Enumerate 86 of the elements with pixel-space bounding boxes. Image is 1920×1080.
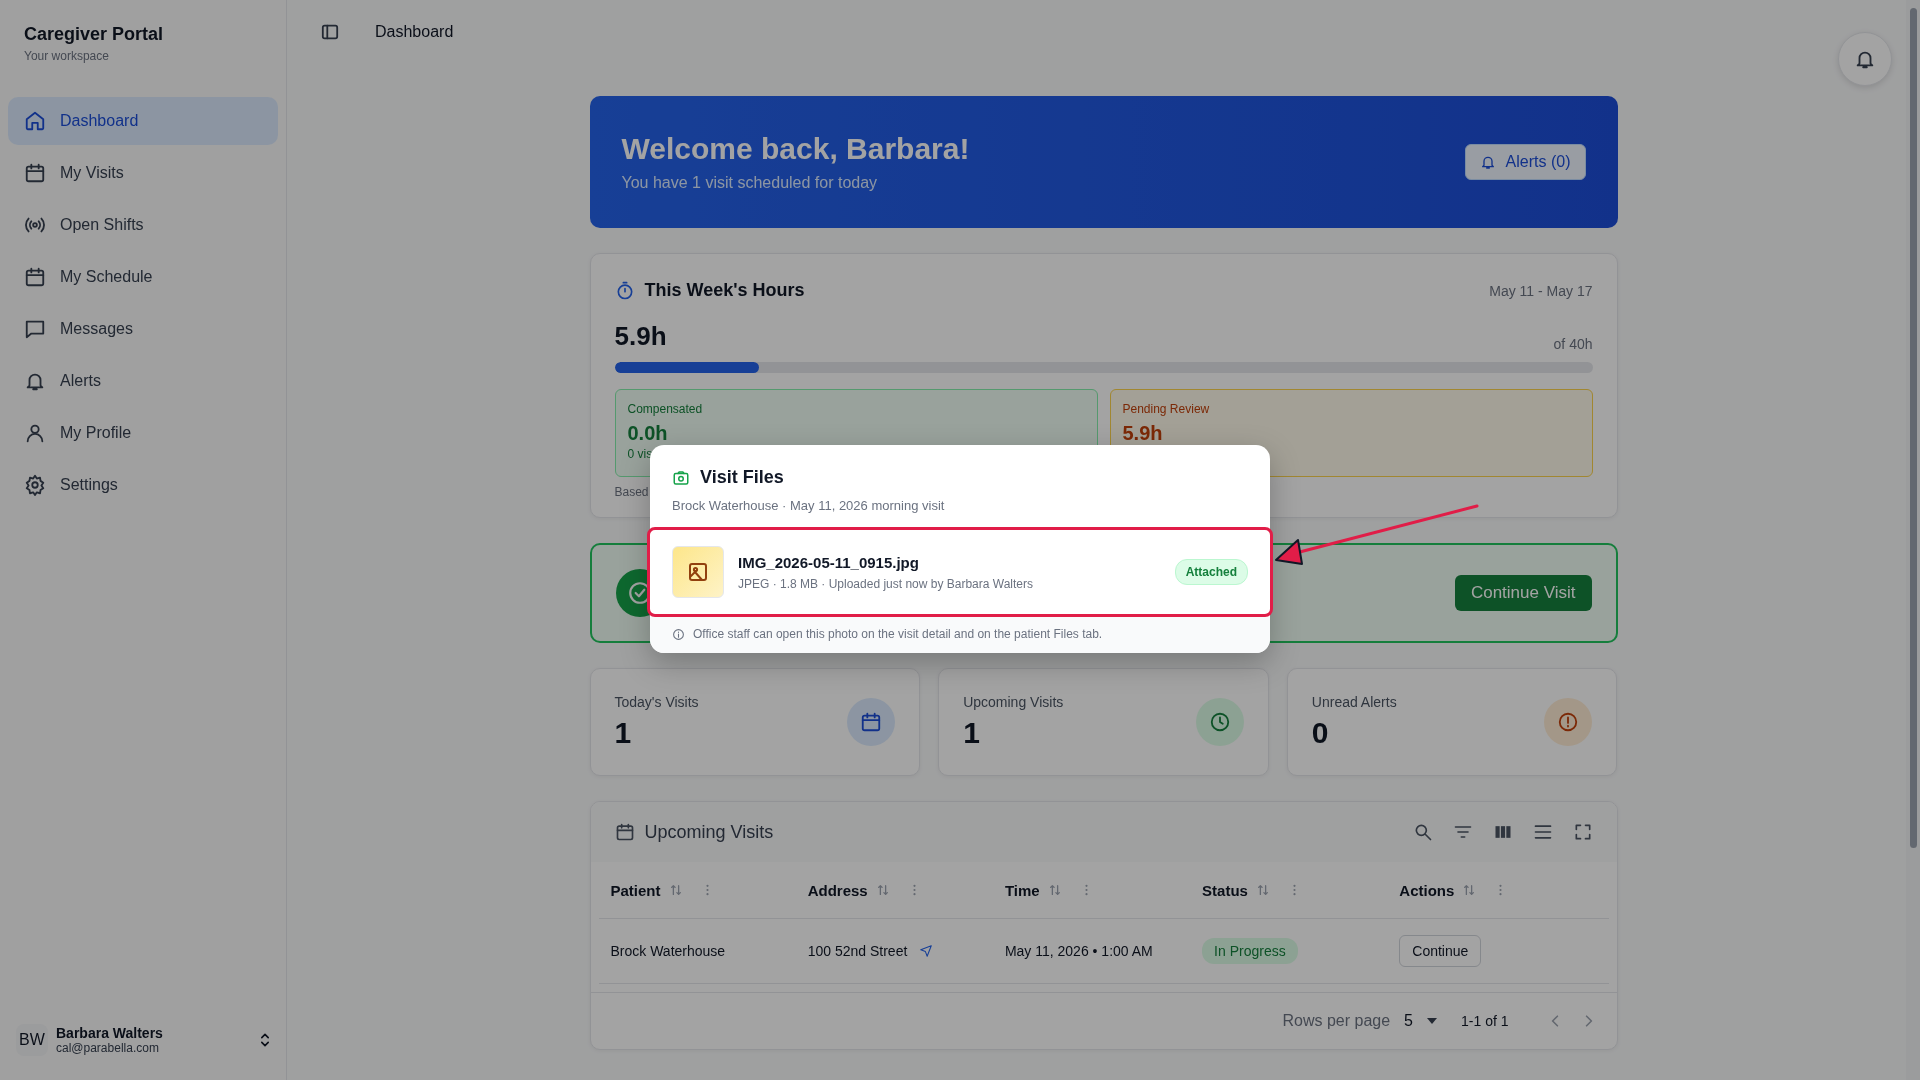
column-header[interactable]: Patient [610, 881, 661, 899]
card-title: This Week's Hours [644, 280, 805, 301]
table-cell: May 11, 2026 • 1:00 AM [1004, 943, 1153, 959]
camera-icon [672, 468, 690, 487]
notifications-button[interactable] [1838, 32, 1892, 86]
gear-icon [24, 474, 46, 496]
hours-footnote: Based [614, 485, 650, 499]
rows-per-page-select[interactable]: 5 [1404, 1012, 1437, 1030]
sort-icon[interactable] [875, 883, 890, 897]
column-header[interactable]: Address [807, 881, 868, 899]
density-icon[interactable] [1532, 822, 1553, 842]
stat-label: Unread Alerts [1311, 694, 1397, 710]
calendar-icon [24, 162, 46, 184]
sort-icon[interactable] [1255, 883, 1270, 897]
table-cell: Brock Waterhouse [610, 943, 726, 959]
sort-icon[interactable] [1462, 883, 1477, 897]
message-icon [24, 318, 46, 340]
rows-per-page-label: Rows per page [1282, 1012, 1391, 1030]
date-range: May 11 - May 17 [1489, 282, 1593, 299]
column-header[interactable]: Actions [1399, 881, 1455, 899]
calendar-icon [614, 822, 635, 842]
info-icon [672, 627, 685, 641]
scrollbar-thumb[interactable] [1910, 8, 1917, 848]
caret-icon [1427, 1018, 1437, 1024]
user-avatar: BW [16, 1024, 48, 1056]
dialog-note: Office staff can open this photo on the visit detail and on the patient Files tab. [693, 627, 1103, 641]
dialog-subtitle: Brock Waterhouse · May 11, 2026 morning visit [672, 498, 946, 513]
calendar-icon [847, 698, 896, 746]
table-title: Upcoming Visits [644, 821, 774, 843]
sidebar-item[interactable]: Open Shifts [8, 201, 278, 249]
stat-value: 1 [963, 716, 981, 750]
user-email: cal@parabella.com [56, 1041, 160, 1055]
app-subtitle: Your workspace [24, 49, 110, 63]
column-menu-icon[interactable] [1291, 883, 1297, 897]
sort-icon[interactable] [668, 883, 683, 897]
sidebar-item[interactable]: Alerts [8, 357, 278, 405]
person-icon [24, 422, 46, 444]
clock-icon [1195, 698, 1244, 746]
sort-icon[interactable] [1047, 883, 1062, 897]
status-badge: In Progress [1202, 938, 1298, 964]
table-cell: 100 52nd Street [807, 943, 908, 959]
hours-total: 5.9h [614, 321, 667, 352]
sidebar-item[interactable]: My Schedule [8, 253, 278, 301]
panel-label: Compensated [627, 402, 704, 416]
sidebar-item[interactable]: Messages [8, 305, 278, 353]
column-menu-icon[interactable] [1498, 883, 1504, 897]
attached-badge: Attached [1174, 559, 1248, 585]
chevron-up-down-icon[interactable] [260, 1032, 270, 1048]
page-title: Dashboard [375, 23, 454, 41]
column-menu-icon[interactable] [1083, 883, 1089, 897]
sidebar-toggle-icon[interactable] [321, 23, 339, 41]
user-name: Barbara Walters [56, 1025, 164, 1041]
column-menu-icon[interactable] [704, 883, 710, 897]
column-menu-icon[interactable] [911, 883, 917, 897]
alerts-button[interactable]: Alerts (0) [1464, 144, 1586, 180]
page-range: 1-1 of 1 [1461, 1013, 1509, 1029]
sidebar-item[interactable]: Settings [8, 461, 278, 509]
continue-visit-button[interactable]: Continue Visit [1454, 575, 1592, 611]
stat-label: Today's Visits [614, 694, 699, 710]
file-meta: JPEG · 1.8 MB · Uploaded just now by Barbara Walters [738, 576, 1034, 591]
dialog-title: Visit Files [700, 467, 784, 488]
column-header[interactable]: Status [1202, 881, 1248, 899]
alert-icon [1544, 698, 1593, 746]
column-header[interactable]: Time [1004, 881, 1040, 899]
sidebar-item[interactable]: Dashboard [8, 97, 278, 145]
bell-icon [1479, 154, 1496, 170]
file-name: IMG_2026-05-11_0915.jpg [738, 553, 920, 571]
sidebar-item[interactable]: My Visits [8, 149, 278, 197]
next-page-icon[interactable] [1584, 1014, 1593, 1028]
stat-value: 0 [1311, 716, 1330, 750]
stat-value: 1 [614, 716, 633, 750]
welcome-subtitle: You have 1 visit scheduled for today [621, 174, 879, 192]
stat-label: Upcoming Visits [963, 694, 1064, 710]
sidebar-item[interactable]: My Profile [8, 409, 278, 457]
previous-page-icon[interactable] [1550, 1014, 1559, 1028]
navigation-arrow-icon[interactable] [919, 944, 934, 958]
panel-value: 5.9h [1122, 422, 1164, 445]
app-title: Caregiver Portal [24, 24, 165, 45]
image-file-icon [672, 546, 724, 598]
continue-button[interactable]: Continue [1399, 935, 1482, 967]
welcome-title: Welcome back, Barbara! [621, 132, 970, 166]
home-icon [24, 110, 46, 132]
panel-label: Pending Review [1122, 402, 1211, 416]
panel-value: 0.0h [627, 422, 669, 445]
calendar-icon [24, 266, 46, 288]
hours-goal: of 40h [1553, 336, 1593, 352]
